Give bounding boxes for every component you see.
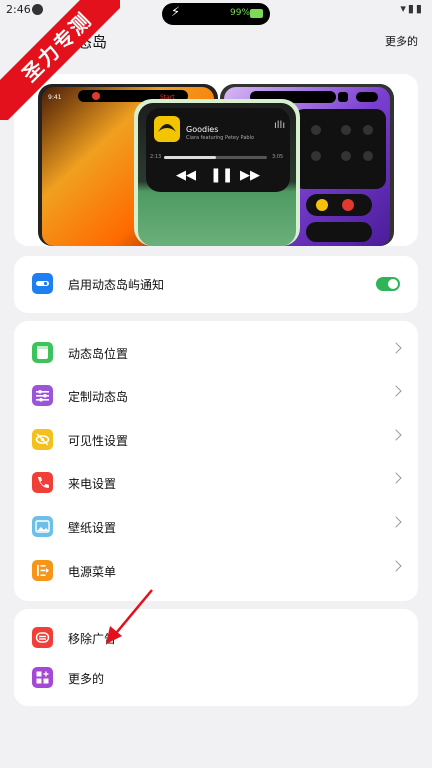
- settings-item-label: 定制动态岛: [68, 390, 129, 404]
- chevron-right-icon: [390, 429, 402, 441]
- header-more-button[interactable]: 更多的: [385, 33, 418, 49]
- settings-item-label: 来电设置: [68, 477, 117, 491]
- settings-item-position[interactable]: 动态岛位置: [32, 333, 402, 373]
- notification-toggle-row[interactable]: 启用动态岛屿通知: [32, 264, 400, 304]
- settings-item-call[interactable]: 来电设置: [32, 463, 402, 503]
- status-time: 2:46: [6, 3, 31, 16]
- no-ads-icon: [32, 627, 53, 648]
- extra-card: 移除广告 更多的: [14, 609, 418, 706]
- pause-icon: ❚❚: [210, 167, 234, 183]
- more-label: 更多的: [68, 672, 105, 686]
- battery-percent: 99%: [230, 8, 251, 18]
- chevron-right-icon: [390, 560, 402, 572]
- notification-toggle-card: 启用动态岛屿通知: [14, 256, 418, 313]
- chevron-right-icon: [390, 472, 402, 484]
- progress-fill: [164, 156, 216, 159]
- settings-item-power-menu[interactable]: 电源菜单: [32, 551, 402, 591]
- remove-ads-row[interactable]: 移除广告: [32, 618, 400, 658]
- status-icons: ▾▮▮: [400, 2, 424, 15]
- phone-icon: [32, 472, 53, 493]
- annotation-arrow-icon: [106, 589, 153, 644]
- settings-item-label: 电源菜单: [68, 565, 117, 579]
- dynamic-island-preview-image: Start 9:41: [38, 84, 394, 246]
- battery-icon: [250, 9, 263, 18]
- settings-item-visibility[interactable]: 可见性设置: [32, 420, 402, 460]
- more-row[interactable]: 更多的: [32, 658, 400, 698]
- track-title: Goodies: [186, 125, 219, 134]
- settings-item-label: 壁纸设置: [68, 521, 117, 535]
- chevron-right-icon: [390, 385, 402, 397]
- notification-toggle-switch[interactable]: [376, 277, 400, 291]
- time-total: 3:05: [272, 154, 284, 160]
- page-title: 动态岛: [62, 33, 108, 51]
- notification-toggle-label: 启用动态岛屿通知: [68, 278, 165, 292]
- preview-card: Start 9:41 Goodies Ciara featuring Petey…: [14, 74, 418, 246]
- rewind-icon: ◀◀: [176, 168, 196, 183]
- settings-item-label: 可见性设置: [68, 434, 129, 448]
- notepad-icon: [32, 342, 53, 363]
- eye-off-icon: [32, 429, 53, 450]
- progress-track: [164, 156, 267, 159]
- time-elapsed: 2:13: [150, 154, 162, 160]
- settings-item-customize[interactable]: 定制动态岛: [32, 376, 402, 416]
- toggle-pill-icon: [32, 273, 53, 294]
- charging-bolt-icon: ⚡: [171, 5, 181, 20]
- apps-grid-icon: [32, 667, 53, 688]
- waveform-icon: ıllı: [274, 120, 286, 131]
- settings-item-wallpaper[interactable]: 壁纸设置: [32, 507, 402, 547]
- settings-card: 动态岛位置 定制动态岛 可见性设置 来电设置 壁纸设置 电源菜单: [14, 321, 418, 601]
- status-bar: 2:46 ⚡ 99% ▾▮▮: [0, 0, 432, 25]
- chevron-right-icon: [390, 516, 402, 528]
- track-artist: Ciara featuring Petey Pablo: [186, 135, 255, 141]
- power-menu-icon: [32, 560, 53, 581]
- forward-icon: ▶▶: [240, 168, 260, 183]
- chevron-right-icon: [390, 342, 402, 354]
- notification-dot-icon: [32, 4, 43, 15]
- sliders-icon: [32, 385, 53, 406]
- dynamic-island: ⚡ 99%: [162, 3, 270, 25]
- settings-item-label: 动态岛位置: [68, 347, 129, 361]
- image-icon: [32, 516, 53, 537]
- svg-text:9:41: 9:41: [48, 94, 62, 101]
